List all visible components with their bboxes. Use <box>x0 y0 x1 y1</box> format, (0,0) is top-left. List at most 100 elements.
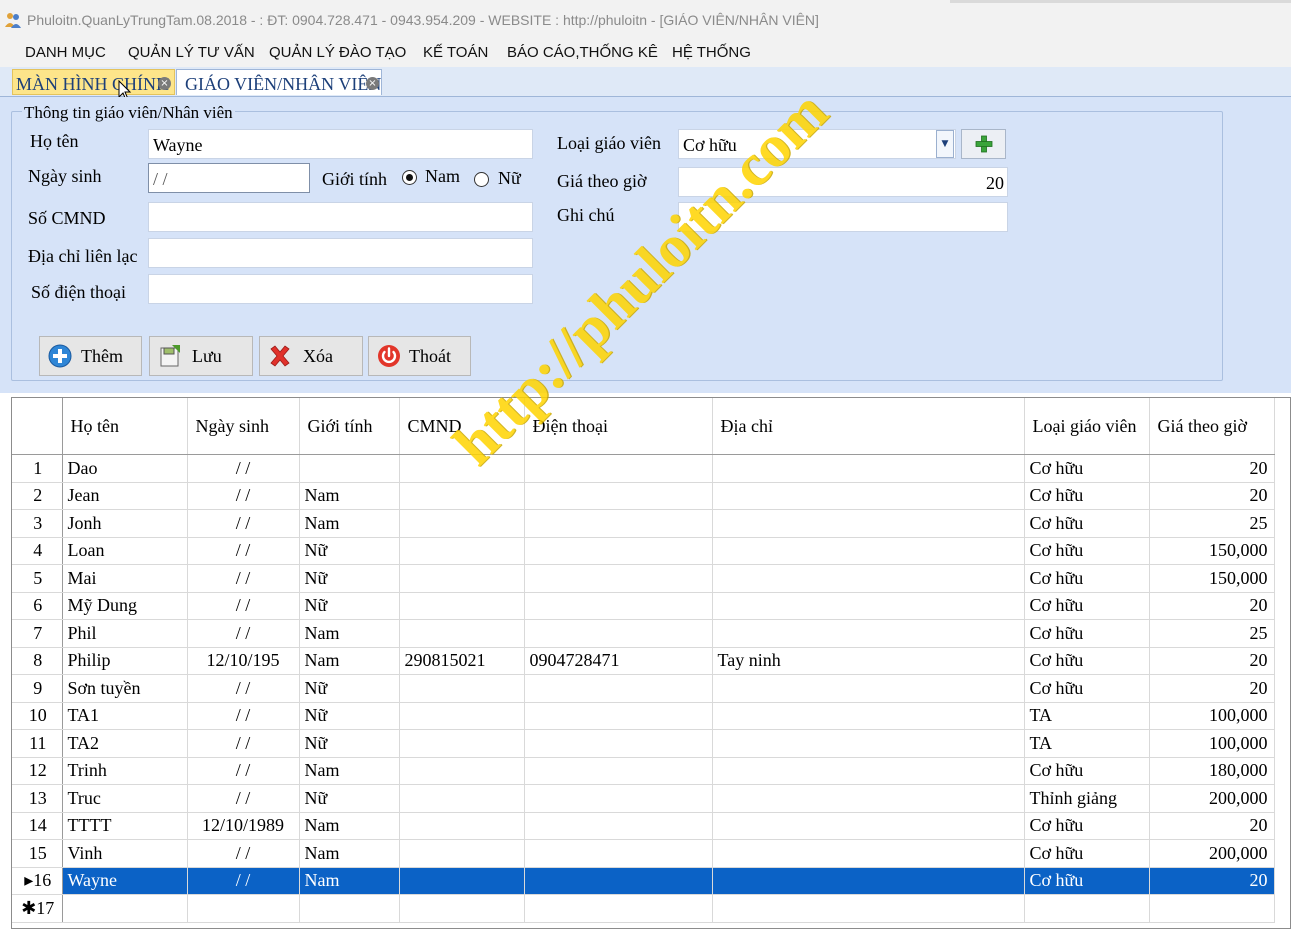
cell-cmnd[interactable] <box>399 839 525 868</box>
cell-gia-theo-gio[interactable]: 20 <box>1149 592 1275 620</box>
cell-loai-giao-vien[interactable]: TA <box>1024 702 1150 730</box>
row-header[interactable]: 2 <box>12 482 63 510</box>
cell-gioi-tinh[interactable]: Nam <box>299 619 400 648</box>
cell-ho-ten[interactable]: Mai <box>62 564 188 593</box>
table-row[interactable]: 6 Mỹ Dung / / Nữ Cơ hữu 20 <box>12 592 1275 620</box>
cell-gioi-tinh[interactable]: Nam <box>299 812 400 840</box>
cell-cmnd[interactable] <box>399 537 525 565</box>
cell-gia-theo-gio[interactable]: 20 <box>1149 647 1275 675</box>
table-row[interactable]: 12 Trinh / / Nam Cơ hữu 180,000 <box>12 757 1275 785</box>
table-row[interactable]: 10 TA1 / / Nữ TA 100,000 <box>12 702 1275 730</box>
table-row[interactable]: 13 Truc / / Nữ Thỉnh giảng 200,000 <box>12 784 1275 813</box>
cell-dien-thoai[interactable] <box>524 894 713 923</box>
row-header[interactable]: 12 <box>12 757 63 785</box>
tab-giao-vien-nhan-vien[interactable]: GIÁO VIÊN/NHÂN VIÊN × <box>176 69 382 95</box>
table-row[interactable]: 1 Dao / / Cơ hữu 20 <box>12 454 1275 483</box>
cell-gia-theo-gio[interactable]: 150,000 <box>1149 564 1275 593</box>
cell-cmnd[interactable] <box>399 454 525 483</box>
cell-ngay-sinh[interactable]: / / <box>187 839 300 868</box>
cell-loai-giao-vien[interactable]: Cơ hữu <box>1024 647 1150 675</box>
cell-gioi-tinh[interactable]: Nữ <box>299 592 400 620</box>
cell-gioi-tinh[interactable]: Nam <box>299 482 400 510</box>
cell-loai-giao-vien[interactable]: Cơ hữu <box>1024 619 1150 648</box>
cell-gia-theo-gio[interactable]: 150,000 <box>1149 537 1275 565</box>
row-header[interactable]: 10 <box>12 702 63 730</box>
cell-ngay-sinh[interactable]: / / <box>187 564 300 593</box>
cell-cmnd[interactable] <box>399 619 525 648</box>
cell-dien-thoai[interactable] <box>524 537 713 565</box>
row-header[interactable]: 8 <box>12 647 63 675</box>
cell-loai-giao-vien[interactable]: Cơ hữu <box>1024 812 1150 840</box>
cell-dia-chi[interactable] <box>712 839 1025 868</box>
table-row[interactable]: 4 Loan / / Nữ Cơ hữu 150,000 <box>12 537 1275 565</box>
cell-loai-giao-vien[interactable]: Cơ hữu <box>1024 454 1150 483</box>
close-icon[interactable]: × <box>366 77 379 90</box>
cell-gioi-tinh[interactable]: Nữ <box>299 674 400 703</box>
cell-dia-chi[interactable] <box>712 454 1025 483</box>
menu-he-thong[interactable]: HỆ THỐNG <box>672 44 751 61</box>
menu-danh-muc[interactable]: DANH MỤC <box>25 44 106 61</box>
cell-dia-chi[interactable] <box>712 674 1025 703</box>
cell-loai-giao-vien[interactable]: Thỉnh giảng <box>1024 784 1150 813</box>
row-header[interactable]: 15 <box>12 839 63 868</box>
table-row[interactable]: 8 Philip 12/10/195 Nam 290815021 0904728471 Ta… <box>12 647 1275 675</box>
table-row[interactable]: 11 TA2 / / Nữ TA 100,000 <box>12 729 1275 758</box>
cell-dien-thoai[interactable] <box>524 674 713 703</box>
table-row[interactable]: 7 Phil / / Nam Cơ hữu 25 <box>12 619 1275 648</box>
cell-dia-chi[interactable] <box>712 702 1025 730</box>
cell-ngay-sinh[interactable]: 12/10/195 <box>187 647 300 675</box>
cell-cmnd[interactable] <box>399 729 525 758</box>
cell-loai-giao-vien[interactable]: Cơ hữu <box>1024 592 1150 620</box>
table-row[interactable]: ▸16 Wayne / / Nam Cơ hữu 20 <box>12 867 1275 895</box>
cell-loai-giao-vien[interactable]: Cơ hữu <box>1024 509 1150 538</box>
menu-quan-ly-dao-tao[interactable]: QUẢN LÝ ĐÀO TẠO <box>269 44 406 61</box>
cell-loai-giao-vien[interactable]: Cơ hữu <box>1024 674 1150 703</box>
row-header[interactable]: 13 <box>12 784 63 813</box>
cell-ngay-sinh[interactable]: / / <box>187 482 300 510</box>
cell-loai-giao-vien[interactable]: Cơ hữu <box>1024 537 1150 565</box>
cell-dien-thoai[interactable] <box>524 619 713 648</box>
row-header[interactable]: 4 <box>12 537 63 565</box>
cell-gia-theo-gio[interactable]: 20 <box>1149 812 1275 840</box>
close-icon[interactable]: × <box>158 77 171 90</box>
cell-gioi-tinh[interactable]: Nữ <box>299 537 400 565</box>
table-row[interactable]: 15 Vinh / / Nam Cơ hữu 200,000 <box>12 839 1275 868</box>
cell-ho-ten[interactable]: Philip <box>62 647 188 675</box>
tab-man-hinh-chinh[interactable]: MÀN HÌNH CHÍNH × <box>12 69 175 95</box>
table-row[interactable]: ✱17 <box>12 894 1275 923</box>
cell-gioi-tinh[interactable]: Nam <box>299 757 400 785</box>
cell-dia-chi[interactable] <box>712 592 1025 620</box>
cell-gia-theo-gio[interactable]: 200,000 <box>1149 784 1275 813</box>
row-header[interactable]: 6 <box>12 592 63 620</box>
luu-button[interactable]: Lưu <box>149 336 253 376</box>
cell-ho-ten[interactable]: TA1 <box>62 702 188 730</box>
cell-loai-giao-vien[interactable]: Cơ hữu <box>1024 867 1150 895</box>
cell-cmnd[interactable] <box>399 894 525 923</box>
cell-ho-ten[interactable]: TTTT <box>62 812 188 840</box>
chevron-down-icon[interactable]: ▼ <box>936 130 954 158</box>
cell-dien-thoai[interactable] <box>524 509 713 538</box>
cell-gia-theo-gio[interactable]: 20 <box>1149 867 1275 895</box>
cell-dia-chi[interactable] <box>712 729 1025 758</box>
cell-ho-ten[interactable]: Phil <box>62 619 188 648</box>
cell-gia-theo-gio[interactable]: 25 <box>1149 509 1275 538</box>
table-row[interactable]: 14 TTTT 12/10/1989 Nam Cơ hữu 20 <box>12 812 1275 840</box>
cell-ho-ten[interactable]: Dao <box>62 454 188 483</box>
cell-ho-ten[interactable]: Vinh <box>62 839 188 868</box>
cell-loai-giao-vien[interactable]: Cơ hữu <box>1024 757 1150 785</box>
cell-dia-chi[interactable] <box>712 564 1025 593</box>
row-header[interactable]: 1 <box>12 454 63 483</box>
cell-dien-thoai[interactable] <box>524 784 713 813</box>
cell-dia-chi[interactable] <box>712 619 1025 648</box>
cell-gia-theo-gio[interactable]: 200,000 <box>1149 839 1275 868</box>
cell-ngay-sinh[interactable]: / / <box>187 674 300 703</box>
row-header[interactable]: 5 <box>12 564 63 593</box>
cell-cmnd[interactable] <box>399 812 525 840</box>
table-row[interactable]: 2 Jean / / Nam Cơ hữu 20 <box>12 482 1275 510</box>
cell-ngay-sinh[interactable]: / / <box>187 867 300 895</box>
table-row[interactable]: 9 Sơn tuyền / / Nữ Cơ hữu 20 <box>12 674 1275 703</box>
cell-dia-chi[interactable] <box>712 537 1025 565</box>
cell-gia-theo-gio[interactable]: 180,000 <box>1149 757 1275 785</box>
cell-ngay-sinh[interactable] <box>187 894 300 923</box>
cell-ho-ten[interactable] <box>62 894 188 923</box>
